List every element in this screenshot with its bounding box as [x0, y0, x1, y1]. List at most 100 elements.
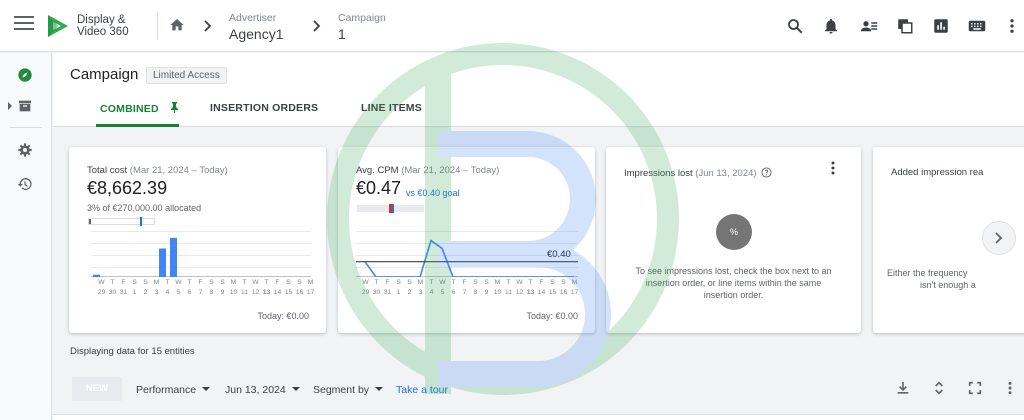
day-label: S: [484, 279, 489, 286]
breadcrumb-advertiser[interactable]: Agency1: [229, 26, 283, 42]
day-label: 1: [132, 289, 137, 296]
caret-down-icon: [202, 387, 211, 391]
date-dropdown[interactable]: Jun 13, 2024: [225, 384, 300, 396]
performance-dropdown[interactable]: Performance: [136, 384, 211, 396]
added-reach-card[interactable]: Added impression rea Either the frequenc…: [873, 147, 1024, 333]
next-card-button[interactable]: [982, 221, 1016, 255]
day-label: T: [429, 279, 434, 286]
cpm-goal: vs €0.40 goal: [406, 188, 460, 198]
bar: [159, 248, 166, 277]
tab-line-items[interactable]: LINE ITEMS: [361, 102, 422, 114]
day-label: 12: [251, 289, 260, 296]
day-label: 4: [165, 289, 170, 296]
breadcrumb-campaign[interactable]: 1: [338, 26, 346, 42]
take-a-tour-link[interactable]: Take a tour: [396, 384, 448, 396]
day-label: 10: [229, 289, 238, 296]
avg-cpm-chart: [356, 231, 578, 277]
total-cost-card[interactable]: Total cost (Mar 21, 2024 – Today) €8,662…: [69, 147, 326, 333]
day-label: T: [451, 279, 456, 286]
card-label: Added impression rea: [891, 167, 984, 178]
day-label: M: [230, 279, 237, 286]
day-label: F: [121, 279, 126, 286]
day-label: 8: [473, 289, 478, 296]
day-label: 17: [306, 289, 315, 296]
day-label: S: [473, 279, 478, 286]
users-icon[interactable]: [860, 17, 878, 35]
access-badge: Limited Access: [146, 67, 227, 84]
entities-count-note: Displaying data for 15 entities: [70, 346, 195, 357]
help-icon[interactable]: [761, 167, 772, 178]
today-value: Today: €0.00: [526, 311, 578, 321]
day-label: 6: [451, 289, 456, 296]
day-label: S: [396, 279, 401, 286]
day-label: 2: [143, 289, 148, 296]
day-label: 15: [548, 289, 557, 296]
notifications-icon[interactable]: [822, 17, 840, 35]
settings-icon[interactable]: [17, 142, 33, 158]
day-label: 11: [504, 289, 513, 296]
day-label: S: [220, 279, 225, 286]
day-numbers-row: 29 30 31 1 2 3 4 5 6 7 8 9 10 11 12 13 14 15 16 17: [360, 289, 580, 296]
day-label: W: [439, 279, 446, 286]
day-label: 9: [484, 289, 489, 296]
day-label: W: [516, 279, 523, 286]
day-label: W: [98, 279, 105, 286]
day-label: 1: [396, 289, 401, 296]
day-label: T: [187, 279, 192, 286]
active-tab-indicator: [96, 124, 179, 127]
keyboard-icon[interactable]: [968, 17, 986, 35]
allocation-note: 3% of €270,000.00 allocated: [87, 203, 202, 213]
tab-combined[interactable]: COMBINED: [100, 102, 179, 115]
day-label: 31: [119, 289, 128, 296]
budget-bar: [88, 217, 155, 226]
rail-divider: [10, 127, 42, 128]
copy-icon[interactable]: [896, 17, 914, 35]
divider: [157, 12, 158, 40]
day-label: S: [209, 279, 214, 286]
explore-icon[interactable]: [17, 67, 33, 83]
more-vert-icon[interactable]: [1002, 380, 1018, 396]
card-label: Impressions lost (Jun 13, 2024): [624, 167, 772, 179]
day-letters-row: WTFSSMTWTFSSMTWTFSSM: [360, 279, 580, 286]
page-title: Campaign: [70, 66, 139, 83]
archive-icon[interactable]: [17, 98, 33, 114]
day-label: M: [417, 279, 424, 286]
day-numbers-row: 29 30 31 1 2 3 4 5 6 7 8 9 10 11 12 13 14 15 16 17: [96, 289, 316, 296]
menu-icon[interactable]: [14, 16, 34, 36]
more-vert-icon[interactable]: [828, 161, 838, 175]
day-label: F: [385, 279, 390, 286]
day-label: S: [286, 279, 291, 286]
pin-icon[interactable]: [170, 102, 179, 113]
day-label: 14: [537, 289, 546, 296]
expand-collapse-icon[interactable]: [931, 380, 947, 396]
impressions-lost-card[interactable]: Impressions lost (Jun 13, 2024) % To see…: [606, 147, 861, 333]
impressions-lost-message: To see impressions lost, check the box n…: [635, 266, 832, 300]
new-button[interactable]: NEW: [72, 377, 122, 401]
segment-by-dropdown[interactable]: Segment by: [313, 384, 384, 396]
reports-icon[interactable]: [932, 17, 950, 35]
history-icon[interactable]: [17, 176, 33, 192]
day-label: S: [561, 279, 566, 286]
day-label: 14: [273, 289, 282, 296]
day-label: 17: [570, 289, 579, 296]
avg-cpm-card[interactable]: Avg. CPM (Mar 21, 2024 – Today) €0.47 vs…: [338, 147, 595, 333]
day-label: 11: [240, 289, 249, 296]
day-label: S: [407, 279, 412, 286]
download-icon[interactable]: [895, 380, 911, 396]
cpm-series-line: [364, 239, 574, 277]
day-label: 4: [429, 289, 434, 296]
expand-arrow-icon[interactable]: [7, 102, 13, 110]
day-label: 7: [198, 289, 203, 296]
day-label: T: [165, 279, 170, 286]
home-icon[interactable]: [169, 17, 185, 33]
breadcrumb-campaign-label: Campaign: [338, 12, 386, 24]
search-icon[interactable]: [786, 17, 804, 35]
day-label: S: [132, 279, 137, 286]
day-label: 5: [440, 289, 445, 296]
fullscreen-icon[interactable]: [967, 380, 983, 396]
tab-insertion-orders[interactable]: INSERTION ORDERS: [210, 102, 318, 114]
day-label: F: [198, 279, 203, 286]
more-vert-icon[interactable]: [1003, 17, 1021, 35]
dv360-logo[interactable]: [46, 14, 70, 38]
day-letters-row: WTFSSMTWTFSSMTWTFSSM: [96, 279, 316, 286]
